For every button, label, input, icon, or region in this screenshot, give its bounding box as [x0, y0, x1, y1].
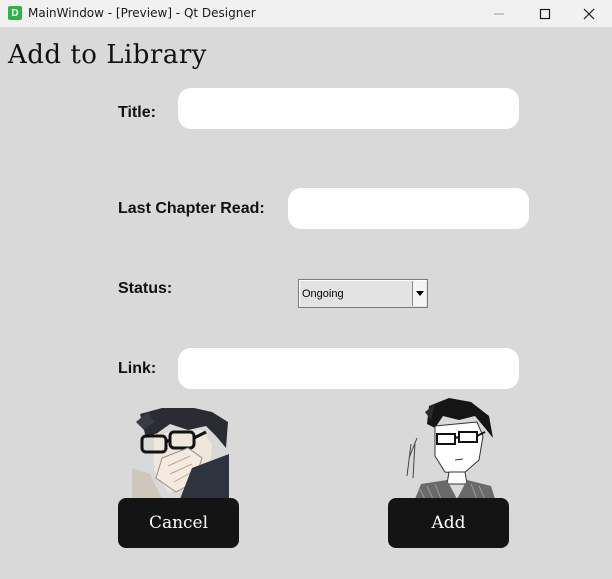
manga-character-image-left [132, 408, 229, 499]
title-label: Title: [118, 104, 156, 121]
minimize-button[interactable] [476, 0, 522, 27]
dropdown-arrow-icon[interactable] [412, 281, 426, 306]
cancel-button[interactable]: Cancel [118, 498, 239, 548]
status-selected-value: Ongoing [302, 288, 344, 300]
qt-designer-app-icon: D [8, 6, 22, 20]
window-title: MainWindow - [Preview] - Qt Designer [28, 6, 256, 20]
manga-character-image-right [405, 398, 495, 499]
status-dropdown[interactable]: Ongoing [298, 279, 428, 308]
maximize-icon [539, 8, 551, 19]
maximize-button[interactable] [522, 0, 568, 27]
page-title: Add to Library [8, 40, 207, 70]
window-titlebar[interactable]: D MainWindow - [Preview] - Qt Designer [0, 0, 612, 27]
triangle-down-icon [415, 291, 424, 296]
minimize-icon [494, 13, 504, 14]
link-label: Link: [118, 360, 157, 377]
title-input[interactable] [178, 88, 519, 129]
status-label: Status: [118, 280, 173, 297]
last-chapter-input[interactable] [288, 188, 529, 229]
close-icon [583, 8, 595, 19]
last-chapter-label: Last Chapter Read: [118, 200, 265, 217]
close-button[interactable] [566, 0, 612, 27]
add-button[interactable]: Add [388, 498, 509, 548]
link-input[interactable] [178, 348, 519, 389]
